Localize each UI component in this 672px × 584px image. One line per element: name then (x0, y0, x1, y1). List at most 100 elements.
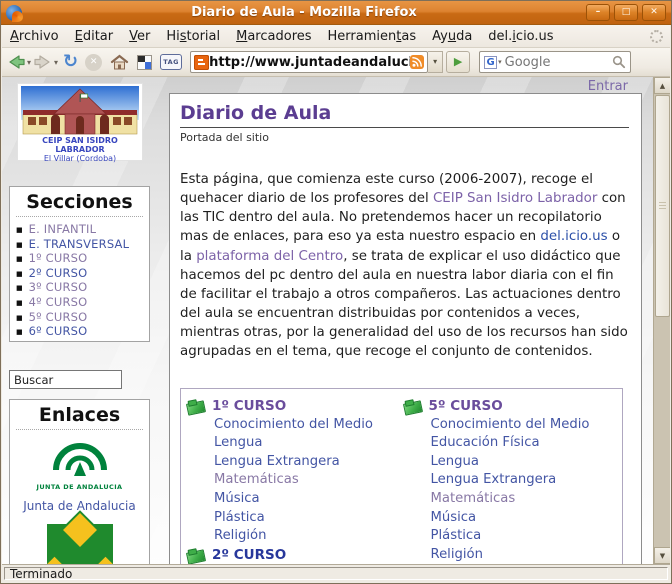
courses-box: 1º CURSO Conocimiento del Medio Lengua L… (180, 388, 623, 564)
buscar-input[interactable] (9, 370, 122, 389)
menu-delicious[interactable]: del.icio.us (480, 27, 561, 46)
course-link[interactable]: Lengua Extrangera (187, 453, 404, 472)
url-bar[interactable] (190, 51, 428, 73)
search-engine-dropdown[interactable]: ▾ (498, 58, 502, 66)
home-icon (110, 54, 129, 71)
forward-button[interactable] (33, 50, 53, 74)
menu-editar[interactable]: Editar (67, 27, 122, 46)
window-title: Diario de Aula - Mozilla Firefox (22, 5, 586, 20)
bullet-icon: ■ (16, 299, 23, 307)
course-link[interactable]: Matemáticas (404, 490, 621, 509)
menu-bar: Archivo Editar Ver Historial Marcadores … (2, 25, 670, 48)
back-dropdown[interactable]: ▾ (27, 58, 31, 67)
ceip-link[interactable]: CEIP San Isidro Labrador (433, 191, 597, 206)
course-link[interactable]: Lengua Extrangera (404, 471, 621, 490)
school-logo: CEIP SAN ISIDRO LABRADOR El Villar (Cord… (18, 84, 142, 160)
forward-arrow-icon (33, 53, 53, 71)
delicious-link[interactable]: del.icio.us (540, 229, 607, 244)
menu-herramientas[interactable]: Herramientas (320, 27, 425, 46)
secciones-panel: Secciones ■E. INFANTIL ■E. TRANSVERSAL ■… (9, 186, 150, 342)
course-link[interactable]: Conocimiento del Medio (187, 416, 404, 435)
courses-column-right: 5º CURSO Conocimiento del Medio Educació… (404, 397, 621, 564)
course-link[interactable]: Religión (404, 546, 621, 564)
sidebar-item-5-curso[interactable]: ■5º CURSO (16, 310, 149, 325)
course-link[interactable]: Lengua (187, 434, 404, 453)
url-dropdown[interactable]: ▾ (428, 51, 443, 73)
course-5-heading[interactable]: 5º CURSO (404, 397, 621, 416)
school-caption-line2: El Villar (Cordoba) (18, 154, 142, 163)
stop-button[interactable]: ✕ (85, 54, 102, 71)
status-text: Terminado (4, 567, 668, 580)
junta-de-andalucia-logo[interactable] (48, 436, 112, 482)
secciones-divider (16, 216, 143, 217)
menu-archivo[interactable]: Archivo (2, 27, 67, 46)
bullet-icon: ■ (16, 255, 23, 263)
course-link[interactable]: Música (404, 509, 621, 528)
page-title: Diario de Aula (180, 102, 629, 128)
intro-paragraph: Esta página, que comienza este curso (20… (180, 170, 629, 362)
url-input[interactable] (209, 55, 410, 70)
bullet-icon: ■ (16, 314, 23, 322)
course-link[interactable]: Conocimiento del Medio (404, 416, 621, 435)
back-arrow-icon (6, 53, 26, 71)
folder-icon (187, 399, 205, 413)
course-link[interactable]: Educación Física (404, 434, 621, 453)
secciones-title: Secciones (10, 187, 149, 213)
sidebar-item-6-curso[interactable]: ■6º CURSO (16, 324, 149, 339)
title-bar[interactable]: Diario de Aula - Mozilla Firefox – □ ✕ (1, 1, 671, 25)
throbber-icon (650, 30, 663, 43)
sidebar-item-e-infantil[interactable]: ■E. INFANTIL (16, 222, 149, 237)
sidebar-item-1-curso[interactable]: ■1º CURSO (16, 251, 149, 266)
junta-de-andalucia-link[interactable]: Junta de Andalucia (23, 499, 135, 513)
school-caption-line1: CEIP SAN ISIDRO LABRADOR (18, 136, 142, 154)
sidebar-item-3-curso[interactable]: ■3º CURSO (16, 280, 149, 295)
bullet-icon: ■ (16, 328, 23, 336)
course-link[interactable]: Plástica (187, 509, 404, 528)
search-input[interactable] (505, 55, 612, 70)
forward-dropdown[interactable]: ▾ (54, 58, 58, 67)
course-1-heading[interactable]: 1º CURSO (187, 397, 404, 416)
home-button[interactable] (106, 50, 133, 74)
menu-ayuda[interactable]: Ayuda (424, 27, 480, 46)
browser-viewport: CEIP SAN ISIDRO LABRADOR El Villar (Cord… (2, 77, 670, 564)
close-button[interactable]: ✕ (642, 4, 666, 21)
sidebar-item-2-curso[interactable]: ■2º CURSO (16, 266, 149, 281)
delicious-icon[interactable] (137, 55, 152, 70)
course-link[interactable]: Religión (187, 527, 404, 546)
search-bar[interactable]: G ▾ (479, 51, 631, 73)
entrar-link[interactable]: Entrar (588, 79, 628, 94)
reload-button[interactable]: ↻ (63, 50, 78, 74)
enlaces-title: Enlaces (10, 400, 149, 426)
sidebar-item-4-curso[interactable]: ■4º CURSO (16, 295, 149, 310)
back-button[interactable] (6, 50, 26, 74)
page-subtitle: Portada del sitio (180, 131, 629, 144)
course-link[interactable]: Matemáticas (187, 471, 404, 490)
scroll-up-button[interactable]: ▲ (654, 77, 670, 94)
course-link[interactable]: Música (187, 490, 404, 509)
course-link[interactable]: Plástica (404, 527, 621, 546)
enlaces-panel: Enlaces JUNTA DE ANDALUCIA Junta de Anda… (9, 399, 150, 564)
vertical-scrollbar[interactable]: ▲ ▼ (653, 77, 670, 564)
folder-icon (187, 548, 205, 562)
google-engine-icon[interactable]: G (484, 56, 497, 69)
junta-logo-caption: JUNTA DE ANDALUCIA (10, 483, 149, 491)
folder-icon (404, 399, 422, 413)
averroes-logo[interactable] (47, 524, 113, 564)
status-bar: Terminado (2, 564, 670, 582)
go-button[interactable]: ▶ (446, 51, 470, 73)
scroll-thumb[interactable] (655, 95, 670, 317)
magnifier-icon[interactable] (612, 55, 626, 69)
menu-marcadores[interactable]: Marcadores (228, 27, 319, 46)
scroll-down-button[interactable]: ▼ (654, 547, 670, 564)
menu-ver[interactable]: Ver (121, 27, 158, 46)
course-2-heading[interactable]: 2º CURSO (187, 546, 404, 564)
tag-button[interactable]: TAG (160, 54, 182, 70)
minimize-button[interactable]: – (586, 4, 610, 21)
firefox-window: Diario de Aula - Mozilla Firefox – □ ✕ A… (0, 0, 672, 584)
sidebar-item-e-transversal[interactable]: ■E. TRANSVERSAL (16, 237, 149, 252)
course-link[interactable]: Lengua (404, 453, 621, 472)
menu-historial[interactable]: Historial (158, 27, 228, 46)
rss-icon[interactable] (410, 55, 424, 69)
maximize-button[interactable]: □ (614, 4, 638, 21)
plataforma-link[interactable]: plataforma del Centro (196, 249, 343, 264)
